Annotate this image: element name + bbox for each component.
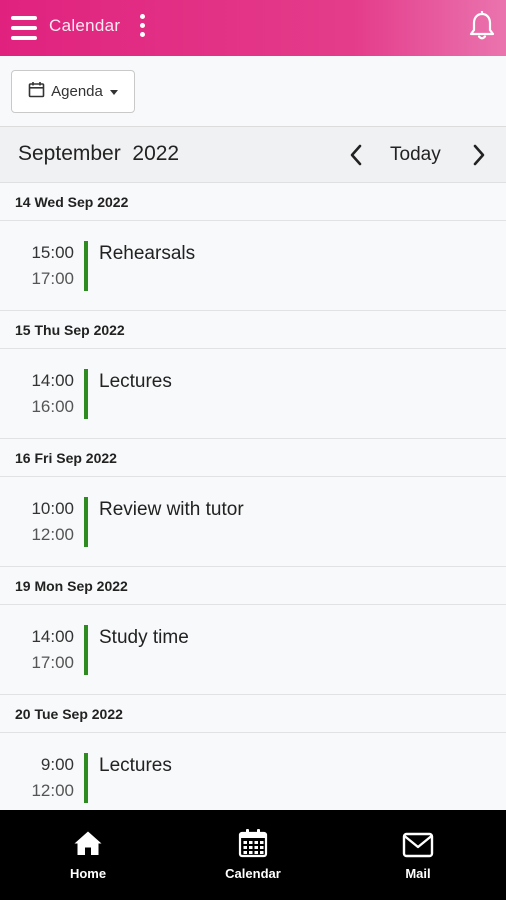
event-title: Study time bbox=[99, 627, 189, 648]
bell-icon[interactable] bbox=[468, 10, 496, 41]
event-color-bar bbox=[84, 625, 88, 675]
event-title: Review with tutor bbox=[99, 499, 244, 520]
chevron-left-icon[interactable] bbox=[345, 142, 367, 168]
event-end-time: 16:00 bbox=[31, 397, 74, 416]
view-selector-label: Agenda bbox=[51, 83, 103, 100]
day-header: 20 Tue Sep 2022 bbox=[0, 695, 506, 733]
event-start-time: 14:00 bbox=[31, 627, 74, 646]
event-title: Lectures bbox=[99, 755, 172, 776]
month-label: September 2022 bbox=[18, 142, 180, 165]
event-color-bar bbox=[84, 241, 88, 291]
event-end-time: 12:00 bbox=[31, 525, 74, 544]
agenda-list: 14 Wed Sep 2022 15:00 17:00 Rehearsals 1… bbox=[0, 183, 506, 810]
nav-mail-label: Mail bbox=[405, 866, 431, 881]
nav-mail[interactable]: Mail bbox=[334, 810, 502, 900]
chevron-right-icon[interactable] bbox=[468, 142, 490, 168]
event-title: Rehearsals bbox=[99, 243, 196, 264]
month-navigation: September 2022 Today bbox=[0, 127, 506, 183]
view-toolbar: Agenda bbox=[0, 56, 506, 127]
event-color-bar bbox=[84, 497, 88, 547]
day-header: 19 Mon Sep 2022 bbox=[0, 567, 506, 605]
event-end-time: 17:00 bbox=[31, 269, 74, 288]
event-item[interactable]: 9:00 12:00 Lectures bbox=[0, 733, 506, 810]
event-title: Lectures bbox=[99, 371, 172, 392]
event-start-time: 9:00 bbox=[40, 755, 74, 774]
event-color-bar bbox=[84, 753, 88, 803]
event-color-bar bbox=[84, 369, 88, 419]
event-item[interactable]: 10:00 12:00 Review with tutor bbox=[0, 477, 506, 567]
event-end-time: 17:00 bbox=[31, 653, 74, 672]
app-title: Calendar bbox=[49, 16, 121, 35]
mail-icon bbox=[402, 832, 434, 858]
caret-down-icon bbox=[109, 90, 118, 95]
calendar-icon bbox=[28, 81, 45, 102]
more-vertical-icon[interactable] bbox=[137, 13, 147, 39]
event-start-time: 10:00 bbox=[31, 499, 74, 518]
view-selector-button[interactable]: Agenda bbox=[11, 70, 135, 113]
day-header: 14 Wed Sep 2022 bbox=[0, 183, 506, 221]
day-header: 15 Thu Sep 2022 bbox=[0, 311, 506, 349]
nav-calendar[interactable]: Calendar bbox=[169, 810, 337, 900]
event-item[interactable]: 15:00 17:00 Rehearsals bbox=[0, 221, 506, 311]
day-header: 16 Fri Sep 2022 bbox=[0, 439, 506, 477]
bottom-navigation: Home Calendar Mail bbox=[0, 810, 506, 900]
menu-icon[interactable] bbox=[11, 14, 37, 42]
event-item[interactable]: 14:00 17:00 Study time bbox=[0, 605, 506, 695]
nav-calendar-label: Calendar bbox=[225, 866, 281, 881]
home-icon bbox=[74, 831, 102, 855]
calendar-grid-icon bbox=[238, 829, 268, 858]
nav-home[interactable]: Home bbox=[4, 810, 172, 900]
event-end-time: 12:00 bbox=[31, 781, 74, 800]
app-header: Calendar bbox=[0, 0, 506, 56]
event-start-time: 15:00 bbox=[31, 243, 74, 262]
event-start-time: 14:00 bbox=[31, 371, 74, 390]
today-button[interactable]: Today bbox=[390, 144, 441, 166]
event-item[interactable]: 14:00 16:00 Lectures bbox=[0, 349, 506, 439]
nav-home-label: Home bbox=[69, 866, 107, 881]
